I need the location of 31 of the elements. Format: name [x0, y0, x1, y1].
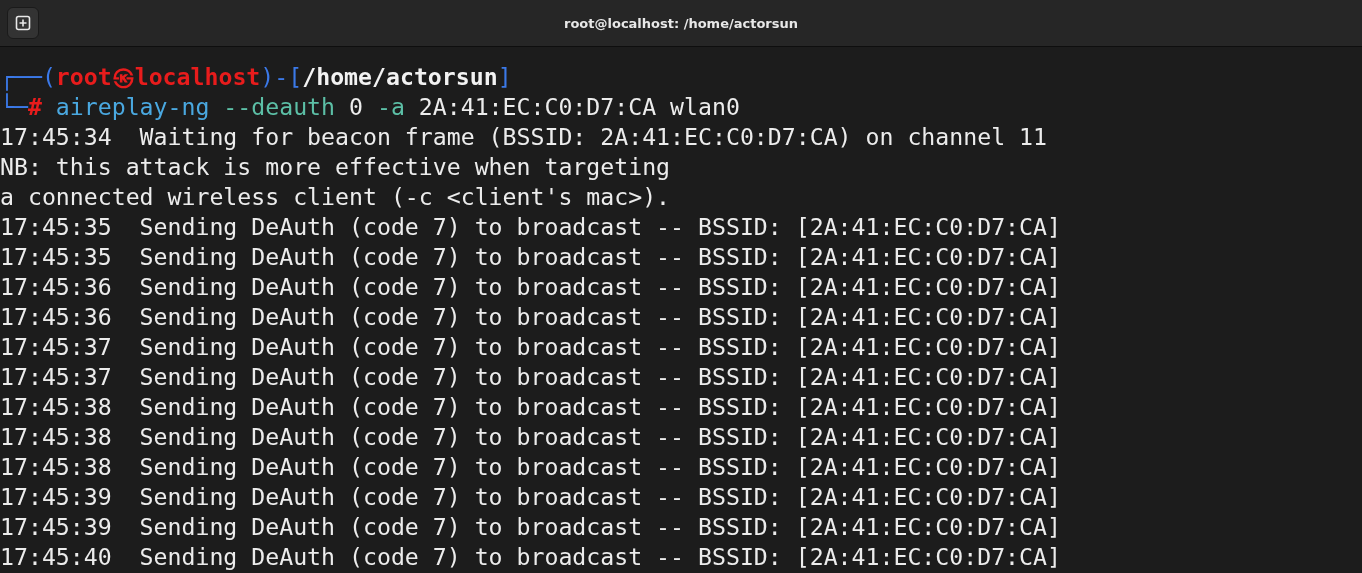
output-line: 17:45:35 Sending DeAuth (code 7) to broadcast -- BSSID: [2A:41:EC:C0:D7:CA]: [0, 212, 1061, 242]
command-option: --deauth: [223, 92, 336, 122]
prompt-frame: ]: [497, 62, 512, 92]
prompt-frame: ┌──(: [0, 62, 56, 92]
command-argument: wlan0: [670, 92, 740, 122]
output-line: 17:45:36 Sending DeAuth (code 7) to broadcast -- BSSID: [2A:41:EC:C0:D7:CA]: [0, 272, 1061, 302]
output-line: 17:45:38 Sending DeAuth (code 7) to broadcast -- BSSID: [2A:41:EC:C0:D7:CA]: [0, 422, 1061, 452]
output-line: a connected wireless client (-c <client's mac>).: [0, 182, 671, 212]
prompt-path: /home/actorsun: [302, 62, 498, 92]
window-title: root@localhost: /home/actorsun: [564, 15, 798, 31]
command-argument: 2A:41:EC:C0:D7:CA: [418, 92, 657, 122]
prompt-user: #: [27, 92, 42, 122]
prompt-frame: └─: [0, 92, 28, 122]
new-tab-button[interactable]: [7, 7, 39, 39]
output-line: 17:45:39 Sending DeAuth (code 7) to broadcast -- BSSID: [2A:41:EC:C0:D7:CA]: [0, 482, 1061, 512]
output-line: 17:45:35 Sending DeAuth (code 7) to broadcast -- BSSID: [2A:41:EC:C0:D7:CA]: [0, 242, 1061, 272]
output-line: 17:45:38 Sending DeAuth (code 7) to broadcast -- BSSID: [2A:41:EC:C0:D7:CA]: [0, 392, 1061, 422]
command-name: aireplay-ng: [55, 92, 210, 122]
command-argument: 0: [349, 92, 363, 122]
output-line: 17:45:38 Sending DeAuth (code 7) to broadcast -- BSSID: [2A:41:EC:C0:D7:CA]: [0, 452, 1061, 482]
output-line: NB: this attack is more effective when targeting: [0, 152, 671, 182]
output-line: 17:45:39 Sending DeAuth (code 7) to broadcast -- BSSID: [2A:41:EC:C0:D7:CA]: [0, 512, 1061, 542]
output-line: 17:45:37 Sending DeAuth (code 7) to broadcast -- BSSID: [2A:41:EC:C0:D7:CA]: [0, 362, 1061, 392]
command-option: -a: [376, 92, 405, 122]
output-line: 17:45:36 Sending DeAuth (code 7) to broadcast -- BSSID: [2A:41:EC:C0:D7:CA]: [0, 302, 1061, 332]
output-line: 17:45:37 Sending DeAuth (code 7) to broadcast -- BSSID: [2A:41:EC:C0:D7:CA]: [0, 332, 1061, 362]
prompt-user: root㉿localhost: [55, 62, 261, 92]
plus-icon: [15, 15, 31, 31]
output-line: 17:45:40 Sending DeAuth (code 7) to broadcast -- BSSID: [2A:41:EC:C0:D7:CA]: [0, 542, 1061, 572]
prompt-frame: )-[: [260, 62, 303, 92]
output-line: 17:45:34 Waiting for beacon frame (BSSID: 2A:41:EC:C0:D7:CA) on channel 11: [0, 122, 1047, 152]
